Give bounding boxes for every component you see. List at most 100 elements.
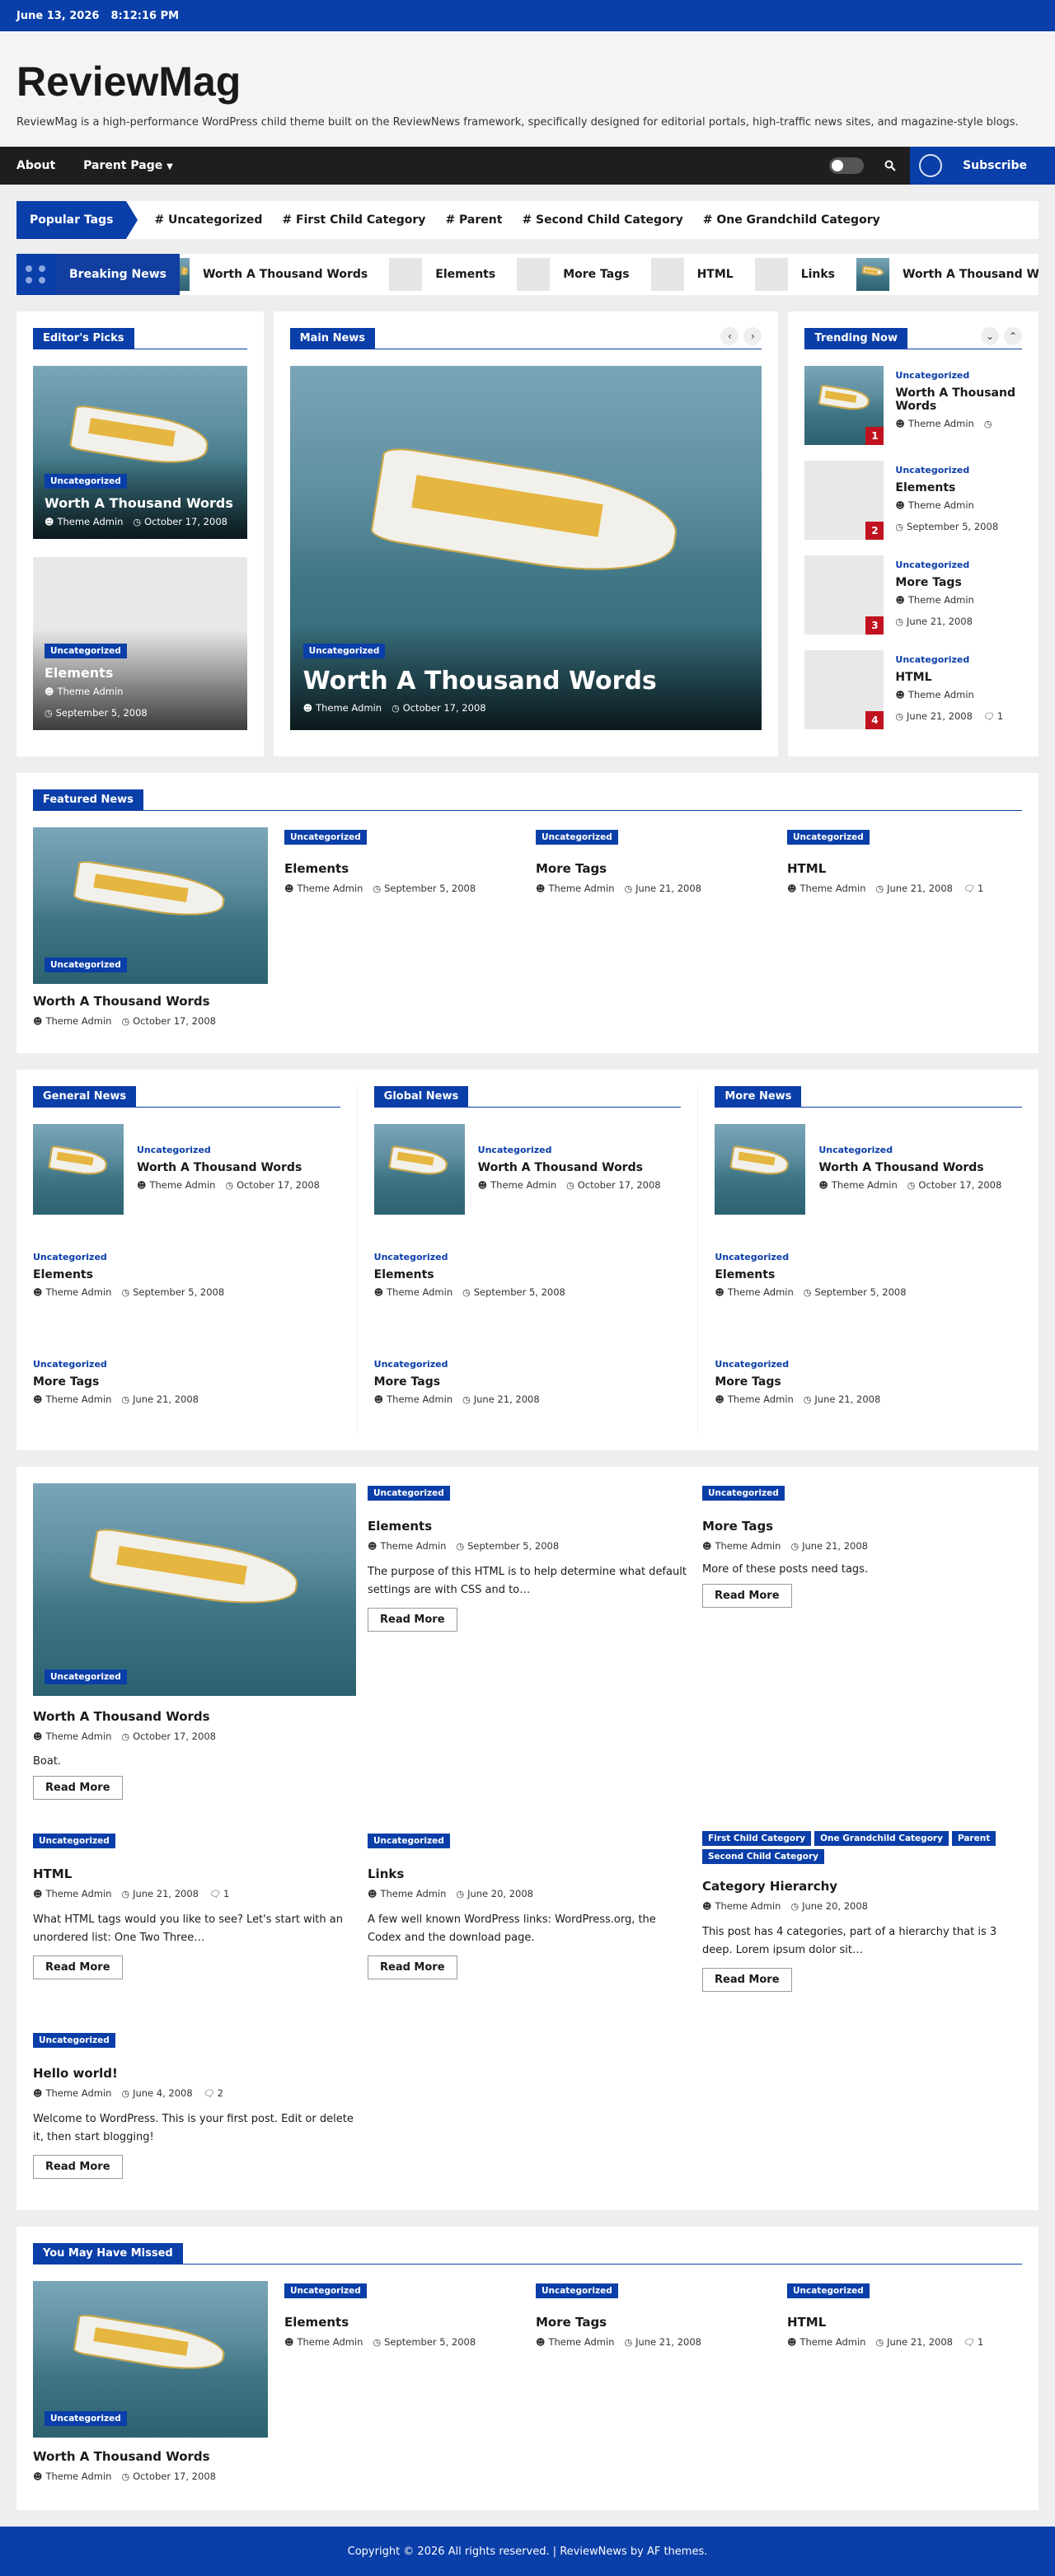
author-meta[interactable]: ☻ Theme Admin: [284, 2336, 363, 2348]
post-title[interactable]: Worth A Thousand Words: [478, 1161, 661, 1174]
post-title[interactable]: Worth A Thousand Words: [303, 667, 749, 696]
nav-item-parent-page[interactable]: Parent Page ▼: [83, 159, 173, 172]
post-title[interactable]: Hello world!: [33, 2066, 356, 2081]
tag-link[interactable]: # Uncategorized: [154, 213, 262, 227]
post-card[interactable]: Uncategorized More Tags ☻ Theme Admin ◷ June …: [33, 1355, 340, 1429]
author-meta[interactable]: ☻ Theme Admin: [137, 1179, 215, 1191]
author-meta[interactable]: ☻ Theme Admin: [895, 594, 973, 606]
author-meta[interactable]: ☻ Theme Admin: [45, 686, 123, 697]
ticker-item[interactable]: Links: [754, 258, 835, 291]
category-link[interactable]: Uncategorized: [374, 1359, 448, 1370]
category-badge[interactable]: Uncategorized: [368, 1834, 450, 1848]
author-meta[interactable]: ☻ Theme Admin: [895, 499, 973, 511]
category-badge[interactable]: Uncategorized: [284, 2283, 367, 2298]
post-title[interactable]: More Tags: [374, 1375, 682, 1389]
trending-item[interactable]: 3 Uncategorized More Tags ☻ Theme Admin ◷ Jun…: [804, 555, 1022, 635]
tag-link[interactable]: # Parent: [445, 213, 502, 227]
author-meta[interactable]: ☻ Theme Admin: [536, 2336, 614, 2348]
post-title[interactable]: Worth A Thousand Words: [33, 994, 268, 1009]
author-meta[interactable]: ☻ Theme Admin: [33, 1393, 111, 1405]
category-link[interactable]: Uncategorized: [478, 1145, 552, 1155]
author-meta[interactable]: ☻ Theme Admin: [818, 1179, 897, 1191]
post-title[interactable]: Elements: [284, 861, 519, 876]
author-meta[interactable]: ☻ Theme Admin: [478, 1179, 556, 1191]
author-meta[interactable]: ☻ Theme Admin: [536, 883, 614, 894]
post-card[interactable]: Uncategorized Elements ☻ Theme Admin ◷ Sept…: [284, 2281, 519, 2482]
category-badge[interactable]: Uncategorized: [45, 1670, 127, 1684]
category-badge[interactable]: Uncategorized: [787, 2283, 870, 2298]
author-meta[interactable]: ☻ Theme Admin: [374, 1393, 452, 1405]
tag-link[interactable]: # Second Child Category: [522, 213, 682, 227]
comments-meta[interactable]: 🗨 1: [963, 883, 983, 894]
post-card[interactable]: Uncategorized More Tags ☻ Theme Admin ◷ Jun…: [702, 1483, 1025, 1608]
post-card[interactable]: Uncategorized More Tags ☻ Theme Admin ◷ Jun…: [536, 2281, 771, 2482]
author-meta[interactable]: ☻ Theme Admin: [787, 883, 865, 894]
trending-item[interactable]: 2 Uncategorized Elements ☻ Theme Admin ◷ Sept…: [804, 461, 1022, 540]
post-title[interactable]: Elements: [284, 2315, 519, 2330]
post-card[interactable]: Uncategorized Hello world! ☻ Theme Admin ◷…: [33, 2030, 356, 2180]
post-title[interactable]: More Tags: [33, 1375, 340, 1389]
post-card[interactable]: Uncategorized More Tags ☻ Theme Admin ◷ Jun…: [536, 827, 771, 1027]
post-card[interactable]: Uncategorized Worth A Thousand Words ☻ Them…: [715, 1124, 1022, 1215]
read-more-button[interactable]: Read More: [702, 1968, 792, 1993]
post-card[interactable]: Uncategorized HTML ☻ Theme Admin ◷ June 21,…: [787, 827, 1022, 1027]
next-arrow-icon[interactable]: ›: [743, 327, 762, 345]
author-meta[interactable]: ☻ Theme Admin: [787, 2336, 865, 2348]
author-meta[interactable]: ☻ Theme Admin: [33, 1015, 111, 1027]
prev-arrow-icon[interactable]: ‹: [720, 327, 739, 345]
category-link[interactable]: Uncategorized: [895, 370, 969, 381]
post-title[interactable]: More Tags: [702, 1519, 1025, 1534]
author-meta[interactable]: ☻ Theme Admin: [303, 702, 382, 714]
category-badge[interactable]: Uncategorized: [45, 2411, 127, 2426]
post-card[interactable]: Uncategorized Links ☻ Theme Admin ◷ June 20…: [368, 1831, 691, 1980]
category-badge[interactable]: Second Child Category: [702, 1849, 825, 1864]
ticker-item[interactable]: HTML: [650, 258, 734, 291]
site-title[interactable]: ReviewMag: [16, 59, 1039, 105]
post-card[interactable]: Uncategorized Elements ☻ Theme Admin ◷ Septem…: [374, 1248, 682, 1322]
category-badge[interactable]: Uncategorized: [787, 830, 870, 845]
author-meta[interactable]: ☻ Theme Admin: [368, 1540, 446, 1552]
chevron-up-icon[interactable]: ⌃: [1004, 327, 1022, 345]
category-badge[interactable]: Uncategorized: [33, 2033, 115, 2048]
post-title[interactable]: Elements: [895, 481, 1022, 494]
read-more-button[interactable]: Read More: [368, 1608, 457, 1632]
read-more-button[interactable]: Read More: [368, 1955, 457, 1980]
author-meta[interactable]: ☻ Theme Admin: [33, 1888, 111, 1899]
category-badge[interactable]: Uncategorized: [45, 474, 127, 489]
dark-mode-toggle[interactable]: [829, 157, 865, 174]
author-meta[interactable]: ☻ Theme Admin: [33, 1731, 111, 1742]
category-badge[interactable]: Uncategorized: [284, 830, 367, 845]
author-meta[interactable]: ☻ Theme Admin: [895, 689, 973, 700]
author-meta[interactable]: ☻ Theme Admin: [715, 1286, 793, 1298]
comments-meta[interactable]: 🗨 1: [209, 1888, 229, 1899]
category-link[interactable]: Uncategorized: [374, 1252, 448, 1262]
author-meta[interactable]: ☻ Theme Admin: [33, 1286, 111, 1298]
main-post-card[interactable]: Uncategorized Worth A Thousand Words ☻ Th…: [289, 366, 762, 730]
category-link[interactable]: Uncategorized: [137, 1145, 211, 1155]
category-link[interactable]: Uncategorized: [895, 465, 969, 475]
category-link[interactable]: Uncategorized: [715, 1359, 789, 1370]
post-title[interactable]: Elements: [368, 1519, 691, 1534]
post-card[interactable]: Uncategorized HTML ☻ Theme Admin ◷ June 21,…: [33, 1831, 356, 1980]
post-card[interactable]: Uncategorized Worth A Thousand Words ☻ Th…: [33, 366, 247, 539]
post-card[interactable]: Uncategorized Worth A Thousand Words ☻ Them…: [373, 1124, 682, 1215]
author-meta[interactable]: ☻ Theme Admin: [33, 2471, 111, 2482]
ticker-item[interactable]: Worth A Thousand Words: [856, 258, 1039, 291]
category-link[interactable]: Uncategorized: [33, 1252, 107, 1262]
post-title[interactable]: Worth A Thousand Words: [818, 1161, 1001, 1174]
ticker-item[interactable]: Worth A Thousand Words: [179, 258, 368, 291]
post-title[interactable]: Worth A Thousand Words: [45, 495, 236, 511]
post-title[interactable]: More Tags: [895, 576, 1022, 589]
post-title[interactable]: Elements: [374, 1268, 682, 1281]
post-card[interactable]: First Child Category One Grandchild Cate…: [702, 1831, 1025, 1993]
category-link[interactable]: Uncategorized: [895, 654, 969, 665]
category-badge[interactable]: Uncategorized: [368, 1486, 450, 1501]
author-meta[interactable]: ☻ Theme Admin: [715, 1393, 793, 1405]
post-title[interactable]: Elements: [715, 1268, 1022, 1281]
post-title[interactable]: Elements: [45, 665, 236, 681]
ticker-item[interactable]: More Tags: [517, 258, 630, 291]
post-card[interactable]: Uncategorized Worth A Thousand Words ☻ Them…: [33, 1124, 340, 1215]
author-meta[interactable]: ☻ Theme Admin: [895, 418, 973, 429]
category-badge[interactable]: Parent: [951, 1831, 996, 1846]
category-badge[interactable]: Uncategorized: [45, 958, 127, 972]
